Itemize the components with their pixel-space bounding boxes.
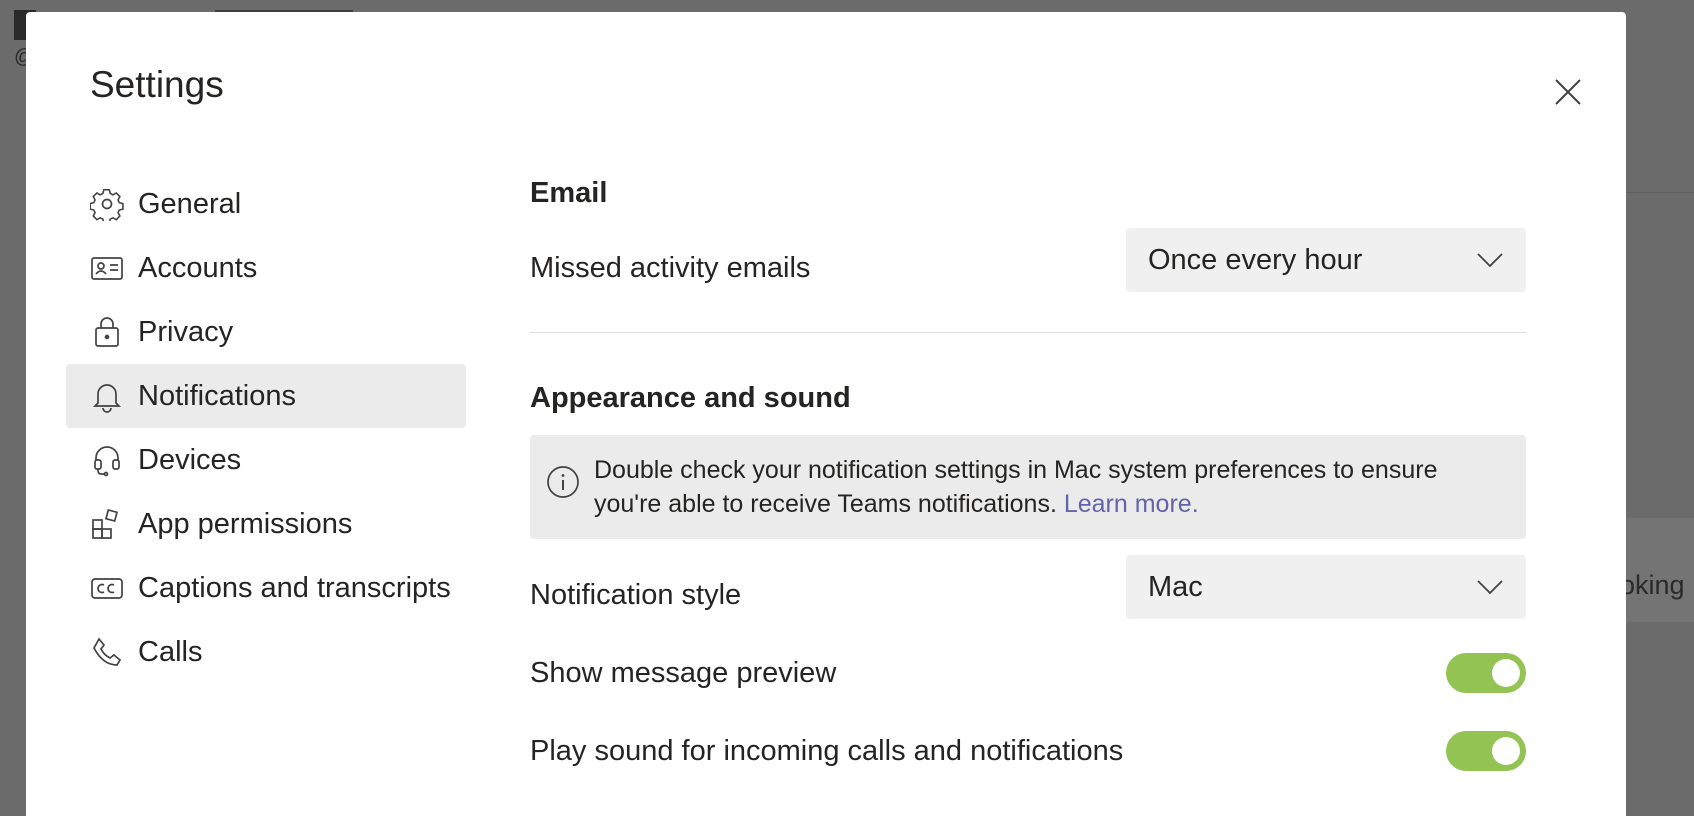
nav-item-general[interactable]: General — [66, 172, 466, 236]
info-banner-text: Double check your notification settings … — [594, 453, 1506, 521]
background-card-text: oking — [1620, 570, 1685, 600]
info-icon — [547, 466, 579, 498]
nav-label-captions: Captions and transcripts — [138, 571, 451, 604]
background-divider — [1624, 192, 1694, 193]
message-preview-row: Show message preview — [530, 651, 1526, 695]
nav-item-captions[interactable]: Captions and transcripts — [66, 556, 466, 620]
nav-label-devices: Devices — [138, 443, 242, 476]
email-section-title: Email — [530, 177, 608, 209]
play-sound-toggle[interactable] — [1446, 731, 1526, 771]
nav-label-app-permissions: App permissions — [138, 507, 353, 540]
notification-style-label: Notification style — [530, 578, 742, 611]
close-icon — [1555, 79, 1581, 105]
missed-activity-dropdown[interactable]: Once every hour — [1126, 228, 1526, 292]
gear-icon — [90, 187, 124, 221]
dialog-title: Settings — [90, 64, 224, 105]
notifications-content: Email Missed activity emails Once every … — [530, 172, 1526, 773]
message-preview-toggle[interactable] — [1446, 653, 1526, 693]
nav-label-notifications: Notifications — [138, 379, 296, 412]
toggle-knob — [1492, 659, 1520, 687]
notification-style-dropdown[interactable]: Mac — [1126, 555, 1526, 619]
nav-label-general: General — [138, 187, 242, 220]
nav-item-app-permissions[interactable]: App permissions — [66, 492, 466, 556]
close-button[interactable] — [1548, 72, 1588, 112]
nav-item-accounts[interactable]: Accounts — [66, 236, 466, 300]
nav-item-privacy[interactable]: Privacy — [66, 300, 466, 364]
id-card-icon — [90, 251, 124, 285]
settings-nav: General Accounts Privacy Notifications D… — [66, 172, 466, 684]
missed-activity-row: Missed activity emails Once every hour — [530, 228, 1526, 292]
lock-icon — [90, 315, 124, 349]
nav-item-notifications[interactable]: Notifications — [66, 364, 466, 428]
play-sound-row: Play sound for incoming calls and notifi… — [530, 729, 1526, 773]
section-divider — [530, 332, 1526, 333]
chevron-down-icon — [1477, 580, 1503, 595]
settings-dialog: Settings General Accounts Privacy Notifi… — [26, 12, 1626, 816]
missed-activity-label: Missed activity emails — [530, 251, 811, 284]
nav-label-calls: Calls — [138, 635, 203, 668]
nav-item-devices[interactable]: Devices — [66, 428, 466, 492]
phone-icon — [90, 635, 124, 669]
apps-icon — [90, 507, 124, 541]
notification-style-value: Mac — [1148, 570, 1203, 603]
missed-activity-value: Once every hour — [1148, 243, 1363, 276]
cc-icon — [90, 571, 124, 605]
headset-icon — [90, 443, 124, 477]
toggle-knob — [1492, 737, 1520, 765]
play-sound-label: Play sound for incoming calls and notifi… — [530, 734, 1124, 767]
message-preview-label: Show message preview — [530, 656, 837, 689]
chevron-down-icon — [1477, 253, 1503, 268]
nav-label-privacy: Privacy — [138, 315, 234, 348]
nav-item-calls[interactable]: Calls — [66, 620, 466, 684]
learn-more-link[interactable]: Learn more. — [1064, 490, 1199, 518]
notification-style-row: Notification style Mac — [530, 555, 1526, 619]
info-message: Double check your notification settings … — [594, 456, 1438, 518]
nav-label-accounts: Accounts — [138, 251, 258, 284]
bell-icon — [90, 379, 124, 413]
appearance-section-title: Appearance and sound — [530, 382, 851, 414]
mac-info-banner: Double check your notification settings … — [530, 435, 1526, 539]
